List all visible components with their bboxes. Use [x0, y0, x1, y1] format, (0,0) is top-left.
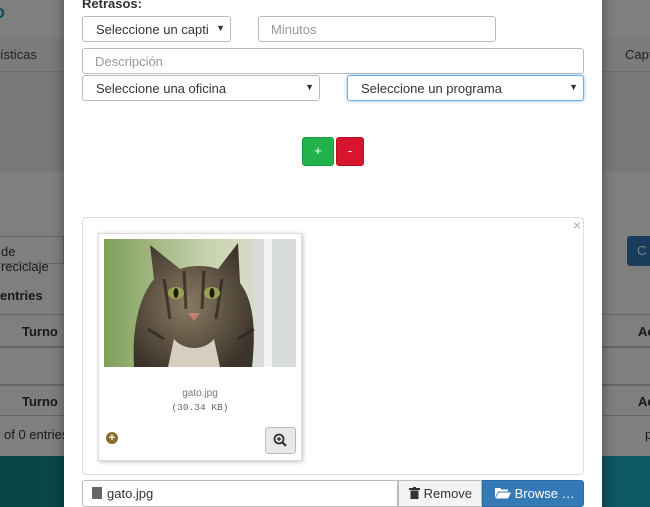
- programa-select[interactable]: Seleccione un programa ▼: [347, 75, 584, 101]
- drag-handle-icon[interactable]: +: [106, 432, 118, 444]
- programa-select-value: Seleccione un programa: [361, 81, 502, 96]
- zoom-button[interactable]: [265, 427, 296, 454]
- chevron-down-icon: ▼: [216, 23, 225, 33]
- file-caption[interactable]: gato.jpg: [82, 480, 398, 507]
- chevron-down-icon: ▼: [305, 82, 314, 92]
- folder-open-icon: [495, 488, 511, 499]
- remove-row-button[interactable]: -: [336, 137, 364, 166]
- capitulo-select[interactable]: Seleccione un capti ▼: [82, 16, 231, 42]
- browse-label: Browse …: [514, 486, 575, 501]
- oficina-select[interactable]: Seleccione una oficina ▼: [82, 75, 320, 101]
- file-preview-dropzone[interactable]: × gato.jpg (30.34 KB) +: [82, 217, 584, 475]
- file-caption-name: gato.jpg: [107, 486, 154, 501]
- browse-button[interactable]: Browse …: [482, 480, 584, 507]
- file-name: gato.jpg: [182, 388, 218, 399]
- zoom-in-icon: [273, 433, 287, 447]
- oficina-select-value: Seleccione una oficina: [96, 81, 227, 96]
- trash-icon: [409, 487, 420, 499]
- file-size: (30.34 KB): [171, 402, 229, 413]
- modal-dialog: Retrasos: Seleccione un capti ▼ Minutos …: [64, 0, 602, 507]
- retrasos-label: Retrasos:: [82, 0, 142, 11]
- file-icon: [92, 487, 102, 499]
- minutos-input[interactable]: Minutos: [258, 16, 496, 42]
- chevron-down-icon: ▼: [569, 82, 578, 92]
- file-thumbnail: gato.jpg (30.34 KB) +: [98, 233, 302, 461]
- remove-file-button[interactable]: Remove: [398, 480, 482, 507]
- capitulo-select-value: Seleccione un capti: [96, 22, 209, 37]
- add-row-button[interactable]: +: [302, 137, 334, 166]
- descripcion-input[interactable]: Descripción: [82, 48, 584, 74]
- close-icon[interactable]: ×: [573, 217, 581, 233]
- remove-file-label: Remove: [423, 486, 473, 501]
- cat-image: [104, 239, 296, 367]
